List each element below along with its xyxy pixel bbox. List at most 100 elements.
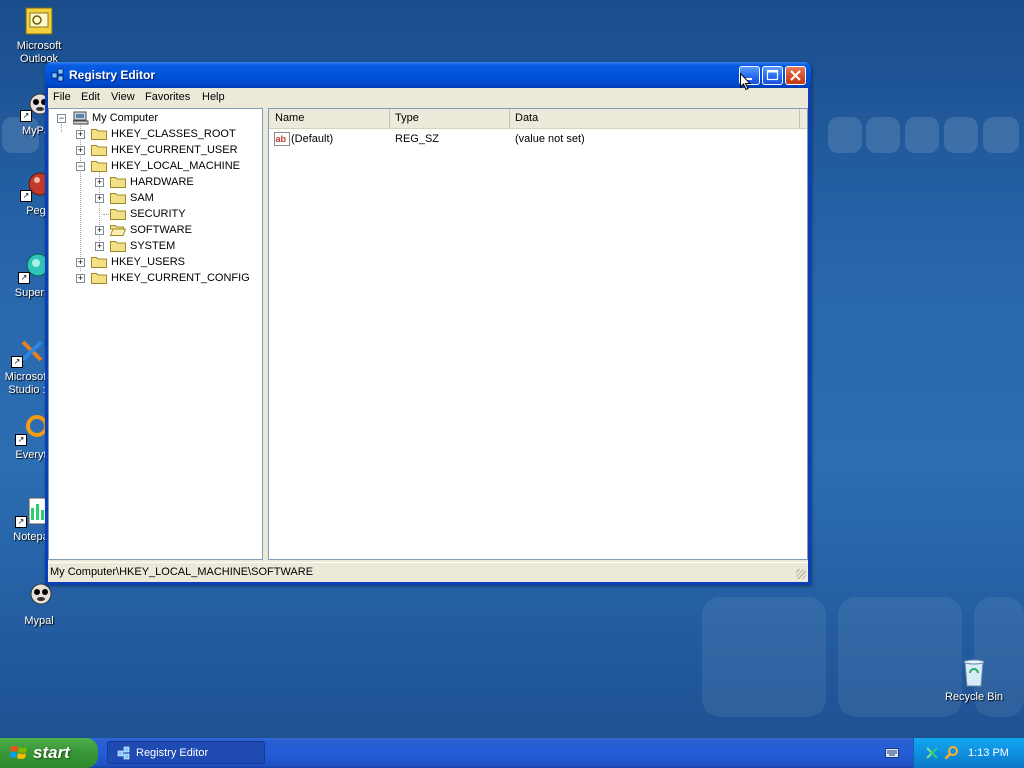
shortcut-arrow-icon: ↗ [15, 516, 27, 528]
maximize-icon [766, 69, 779, 81]
tree-item-label: HKEY_USERS [111, 256, 185, 268]
everything-icon: ↗ [15, 414, 48, 446]
desktop-decoration [944, 117, 978, 153]
taskbar: start Registry Editor 1:13 PM [0, 738, 1024, 768]
list-item[interactable]: ab (Default) REG_SZ (value not set) [269, 131, 807, 147]
shortcut-arrow-icon: ↗ [20, 190, 32, 202]
desktop-decoration [866, 117, 900, 153]
tree-item-label: HARDWARE [130, 176, 194, 188]
tree-item-label: HKEY_CURRENT_CONFIG [111, 272, 250, 284]
system-tray: 1:13 PM [913, 738, 1024, 768]
string-value-icon-text: ab [276, 134, 287, 144]
tree-item-hkey-local-machine[interactable]: − HKEY_LOCAL_MACHINE [49, 158, 262, 174]
tree-item-hkey-current-config[interactable]: + HKEY_CURRENT_CONFIG [49, 270, 262, 286]
menu-view[interactable]: View [111, 91, 135, 103]
shortcut-arrow-icon: ↗ [20, 110, 32, 122]
folder-icon [91, 255, 107, 268]
tree-item-label: SOFTWARE [130, 224, 192, 236]
expand-icon[interactable]: + [76, 146, 85, 155]
tree-item-sam[interactable]: + SAM [49, 190, 262, 206]
folder-icon [110, 191, 126, 204]
shortcut-arrow-icon: ↗ [18, 272, 30, 284]
desktop-decoration [702, 597, 826, 717]
expand-icon[interactable]: + [95, 242, 104, 251]
tree-item-label: SECURITY [130, 208, 186, 220]
start-label: start [33, 743, 70, 762]
search-icon[interactable] [944, 745, 959, 763]
expand-icon[interactable]: + [95, 194, 104, 203]
list-header: Name Type Data [269, 109, 807, 129]
clock[interactable]: 1:13 PM [968, 747, 1009, 759]
menu-bar: File Edit View Favorites Help [48, 88, 808, 107]
column-header-type[interactable]: Type [390, 109, 510, 128]
desktop-icon-label: Mypal [24, 615, 54, 627]
tree-item-security[interactable]: SECURITY [49, 206, 262, 222]
expand-icon[interactable]: + [76, 130, 85, 139]
status-bar: My Computer\HKEY_LOCAL_MACHINE\SOFTWARE [48, 562, 808, 581]
desktop-icon-label: Recycle Bin [944, 691, 1004, 703]
desktop-icon-label: Microsoft [16, 40, 62, 52]
tree-item-hkey-current-user[interactable]: + HKEY_CURRENT_USER [49, 142, 262, 158]
taskbar-item-registry-editor[interactable]: Registry Editor [107, 741, 265, 764]
menu-file[interactable]: File [53, 91, 71, 103]
open-folder-icon [109, 223, 127, 236]
tree-item-label: HKEY_CLASSES_ROOT [111, 128, 236, 140]
expand-icon[interactable]: + [95, 226, 104, 235]
menu-edit[interactable]: Edit [81, 91, 100, 103]
tree-item-label: My Computer [92, 112, 159, 124]
folder-icon [91, 159, 107, 172]
desktop-decoration [983, 117, 1019, 153]
expand-icon[interactable]: + [95, 178, 104, 187]
tree-item-label: HKEY_CURRENT_USER [111, 144, 238, 156]
keyboard-icon[interactable] [885, 748, 899, 761]
tree-item-my-computer[interactable]: − My Computer [49, 110, 262, 126]
menu-help[interactable]: Help [202, 91, 225, 103]
folder-icon [91, 127, 107, 140]
regedit-icon [51, 68, 65, 82]
tree-item-hkey-users[interactable]: + HKEY_USERS [49, 254, 262, 270]
recycle-bin-icon [958, 656, 990, 688]
value-type: REG_SZ [395, 133, 440, 145]
shortcut-arrow-icon: ↗ [11, 356, 23, 368]
close-button[interactable] [785, 66, 806, 85]
desktop-icon-outlook[interactable]: Microsoft Outlook [0, 5, 78, 66]
network-icon[interactable] [925, 746, 939, 763]
taskbar-item-label: Registry Editor [136, 747, 209, 759]
start-button[interactable]: start [0, 738, 98, 768]
desktop-icon-recycle-bin[interactable]: Recycle Bin [935, 656, 1013, 704]
registry-tree[interactable]: − My Computer + HKEY_CLASSES_ROOT + HKEY… [48, 108, 263, 560]
tree-item-label: SAM [130, 192, 154, 204]
registry-editor-window[interactable]: Registry Editor File Edit View Favorites… [45, 62, 811, 585]
window-title: Registry Editor [69, 68, 156, 82]
desktop-icon-mypal-2[interactable]: Mypal [0, 580, 78, 628]
regedit-icon [117, 746, 131, 763]
menu-favorites[interactable]: Favorites [145, 91, 190, 103]
expand-icon[interactable]: + [76, 274, 85, 283]
column-header-data[interactable]: Data [510, 109, 800, 128]
collapse-icon[interactable]: − [57, 114, 66, 123]
shortcut-arrow-icon: ↗ [15, 434, 27, 446]
outlook-icon [23, 5, 55, 37]
window-titlebar[interactable]: Registry Editor [45, 62, 811, 88]
studio-icon: ↗ [11, 336, 43, 368]
collapse-icon[interactable]: − [76, 162, 85, 171]
tree-item-hkey-classes-root[interactable]: + HKEY_CLASSES_ROOT [49, 126, 262, 142]
window-client-area: File Edit View Favorites Help − My Compu… [48, 88, 808, 582]
mouse-cursor-icon [740, 72, 752, 91]
status-path: My Computer\HKEY_LOCAL_MACHINE\SOFTWARE [50, 566, 314, 578]
value-data: (value not set) [515, 133, 585, 145]
values-list[interactable]: Name Type Data ab (Default) REG_SZ (valu… [268, 108, 808, 560]
resize-grip-icon[interactable] [796, 569, 806, 579]
folder-icon [110, 239, 126, 252]
column-header-name[interactable]: Name [270, 109, 390, 128]
expand-icon[interactable]: + [76, 258, 85, 267]
folder-icon [110, 175, 126, 188]
tree-item-hardware[interactable]: + HARDWARE [49, 174, 262, 190]
string-value-icon: ab [274, 132, 290, 151]
folder-icon [91, 271, 107, 284]
tree-item-software[interactable]: + SOFTWARE [49, 222, 262, 238]
close-icon [790, 70, 801, 81]
tree-item-system[interactable]: + SYSTEM [49, 238, 262, 254]
value-name: (Default) [291, 133, 334, 145]
maximize-button[interactable] [762, 66, 783, 85]
